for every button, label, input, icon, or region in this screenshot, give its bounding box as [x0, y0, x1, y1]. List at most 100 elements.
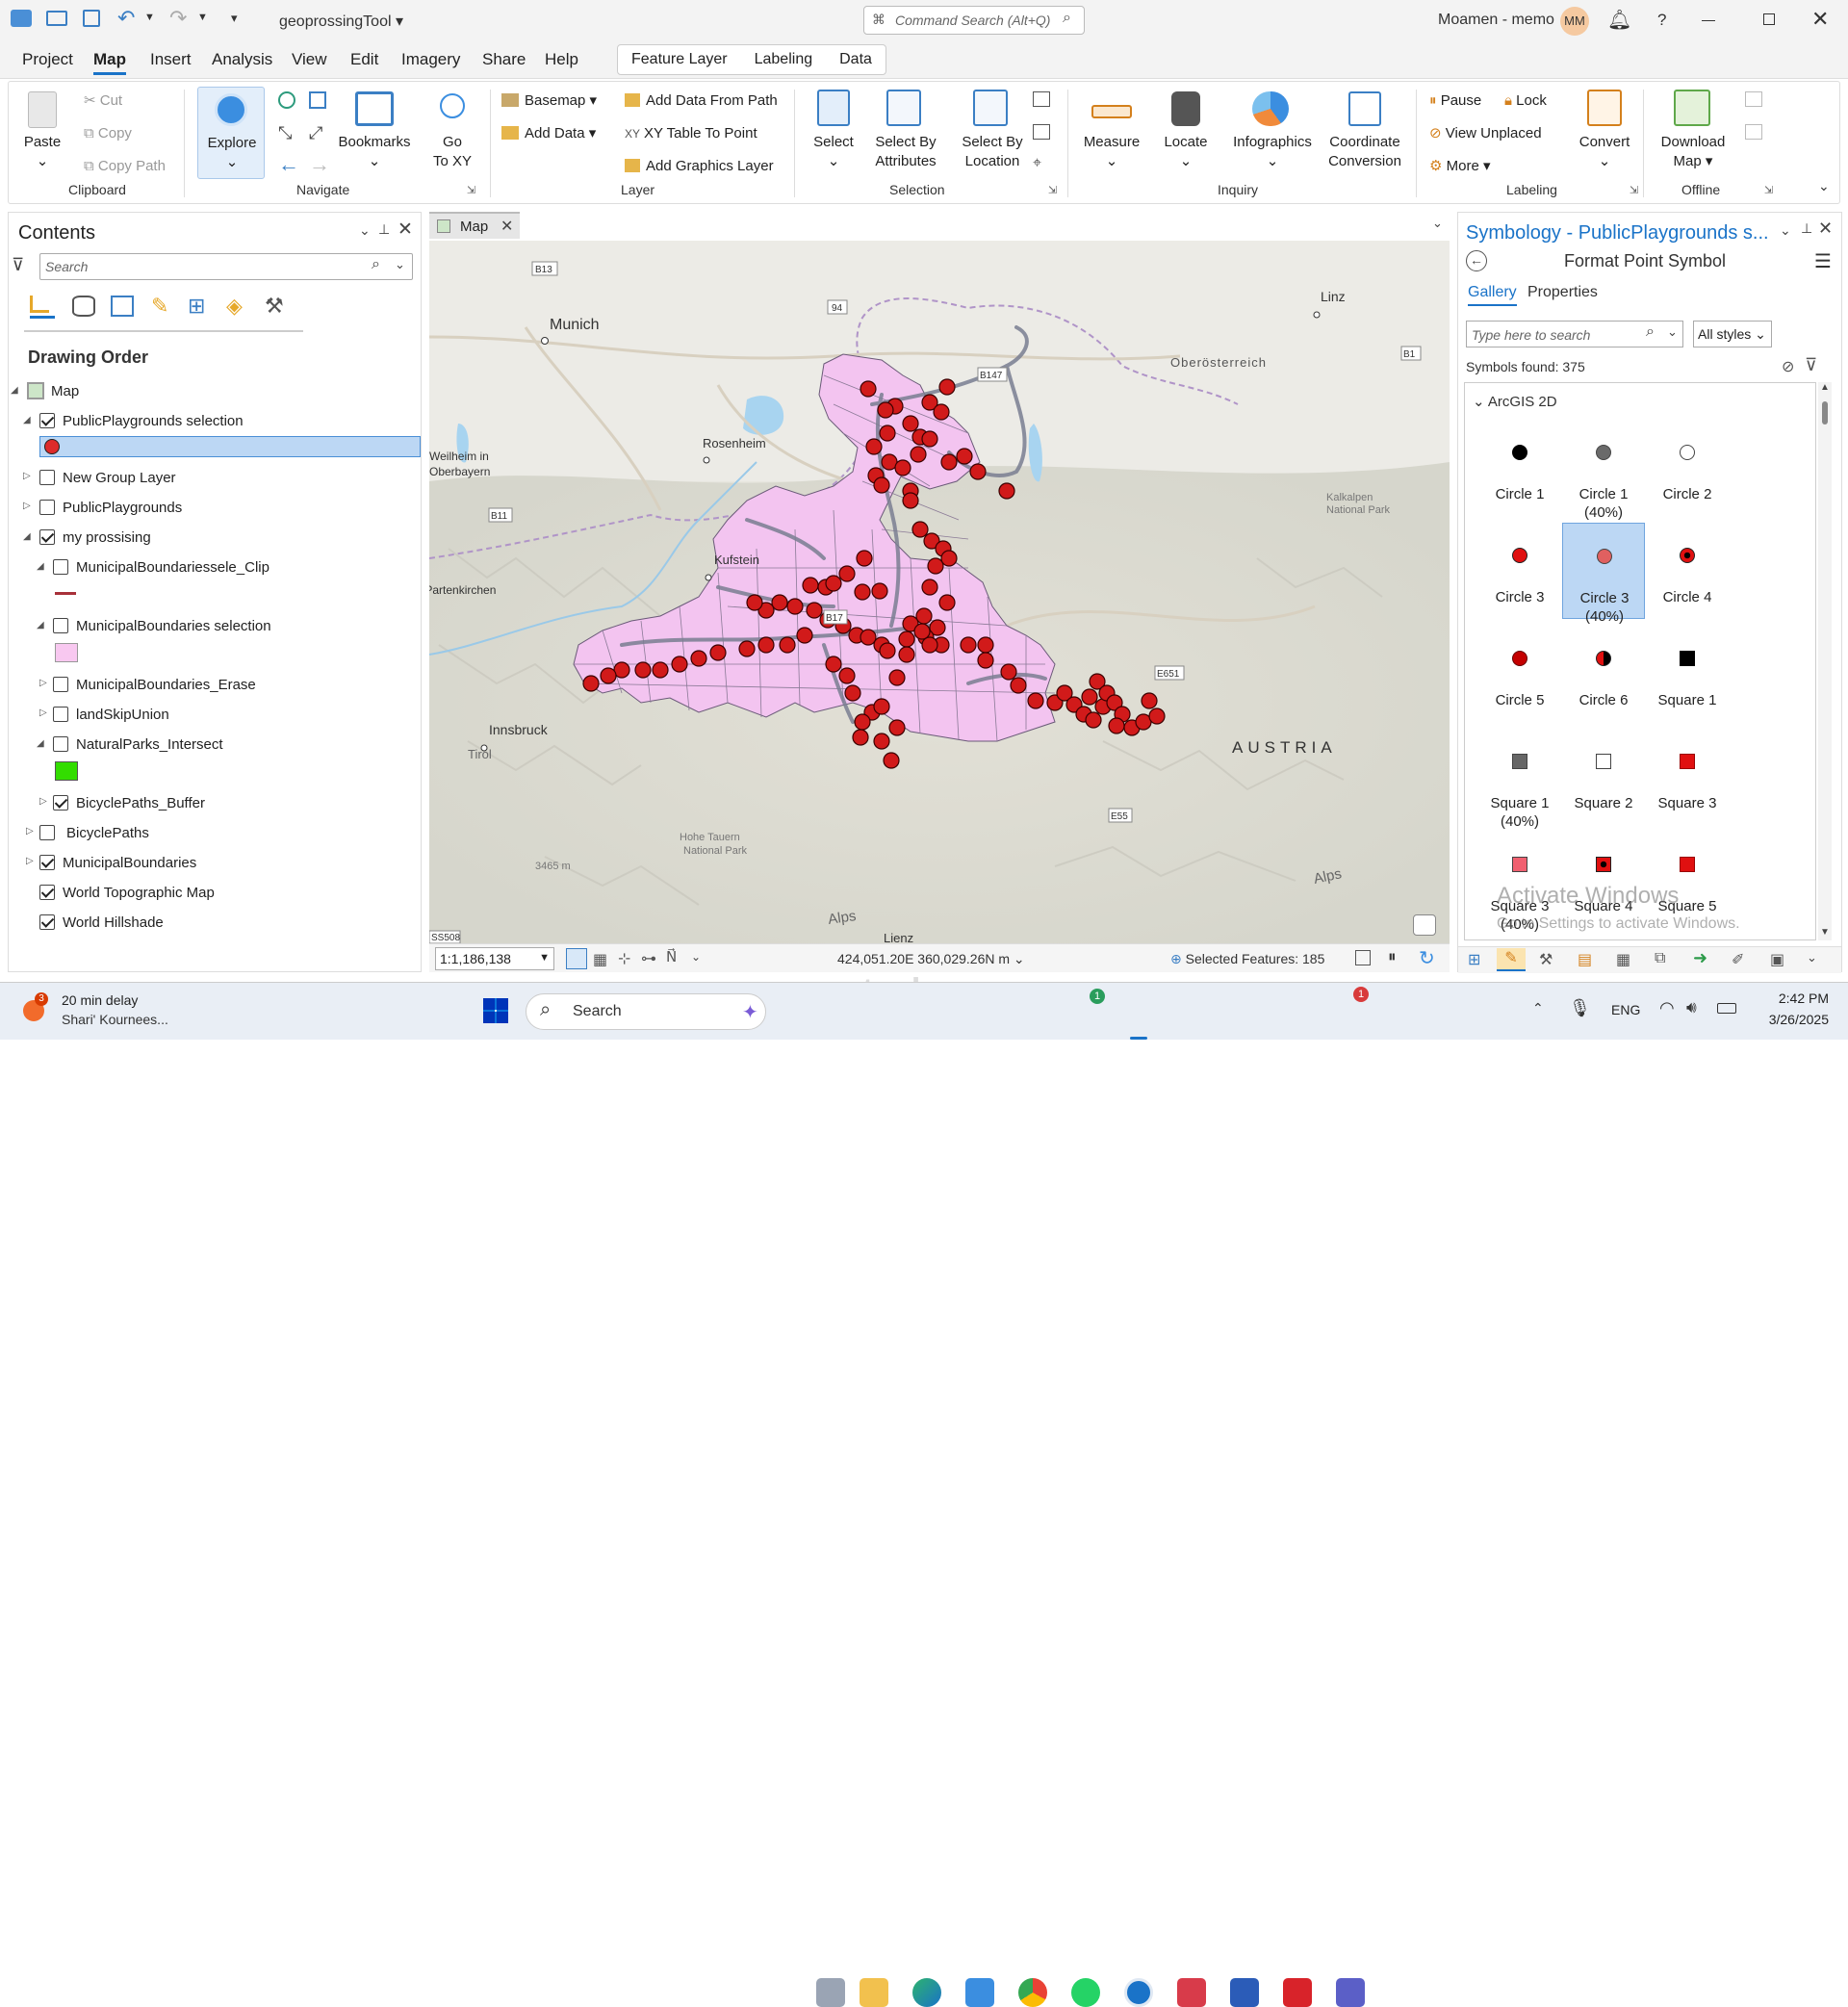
avatar[interactable]: MM — [1560, 7, 1589, 36]
layer-visibility-checkbox[interactable] — [53, 707, 68, 722]
basemap-button[interactable]: Basemap ▾ — [501, 91, 597, 111]
playground-point[interactable] — [671, 656, 688, 673]
layer-municipalboundaries[interactable]: MunicipalBoundaries — [63, 855, 196, 871]
arcgis-pro-icon[interactable] — [1124, 1978, 1153, 2007]
tab-view[interactable]: View — [292, 50, 327, 69]
measure-status-icon[interactable]: ⊹ — [618, 949, 630, 968]
view-unplaced-button[interactable]: ⊘ View Unplaced — [1429, 124, 1542, 143]
layer-publicplaygrounds-selection[interactable]: PublicPlaygrounds selection — [63, 413, 244, 429]
offline-launcher-icon[interactable]: ⇲ — [1764, 184, 1773, 196]
playground-point[interactable] — [860, 380, 877, 398]
add-graphics-layer-button[interactable]: Add Graphics Layer — [625, 157, 774, 176]
more-labeling-button[interactable]: ⚙ More ▾ — [1429, 157, 1491, 176]
start-icon[interactable] — [483, 998, 508, 1023]
playground-point[interactable] — [921, 430, 938, 448]
collapse-layer-icon[interactable]: ▷ — [23, 471, 31, 481]
collapse-layer-icon[interactable]: ▷ — [39, 678, 47, 688]
playground-point[interactable] — [796, 627, 813, 644]
tab-options-icon[interactable]: ⌄ — [1432, 216, 1443, 231]
playground-symbol-swatch[interactable] — [44, 439, 60, 454]
symbol-square-3[interactable]: Square 3 — [1646, 729, 1729, 825]
layer-visibility-checkbox[interactable] — [39, 825, 55, 840]
filter-icon[interactable]: ⊽ — [1805, 355, 1817, 375]
layer-visibility-checkbox[interactable] — [39, 500, 55, 515]
attributes-tab-icon[interactable]: ▦ — [1616, 950, 1630, 969]
restore-icon[interactable] — [1763, 13, 1775, 25]
playground-point[interactable] — [582, 675, 600, 692]
playground-point[interactable] — [1010, 677, 1027, 694]
layer-visibility-checkbox[interactable] — [39, 855, 55, 870]
new-project-icon[interactable] — [11, 10, 32, 27]
playground-point[interactable] — [911, 521, 929, 538]
scrollbar-thumb[interactable] — [1822, 401, 1828, 425]
download-map-button[interactable]: Download Map ▾ — [1655, 133, 1732, 171]
select-by-attributes-button[interactable]: Select By Attributes — [867, 133, 944, 171]
close-pane-icon[interactable]: ✕ — [1818, 219, 1833, 239]
taskbar-search-box[interactable]: ⌕ Search ✦ — [526, 993, 766, 1030]
category-header[interactable]: ⌄ ArcGIS 2D — [1473, 393, 1557, 410]
layer-world-hillshade[interactable]: World Hillshade — [63, 914, 164, 931]
scale-selector[interactable]: 1:1,186,138 ▼ — [435, 947, 554, 970]
playground-point[interactable] — [902, 415, 919, 432]
symbol-square-5[interactable]: Square 5 — [1646, 832, 1729, 928]
expand-layer-icon[interactable]: ◢ — [37, 738, 44, 749]
redo-icon[interactable]: ↷ — [169, 6, 187, 31]
playground-point[interactable] — [902, 492, 919, 509]
playground-point[interactable] — [913, 623, 931, 640]
symbol-circle-4[interactable]: Circle 4 — [1646, 523, 1729, 619]
chevron-down-icon[interactable]: ⌄ — [395, 257, 405, 272]
expand-map-icon[interactable]: ◢ — [11, 385, 18, 396]
weather-widget[interactable]: 3 20 min delay Shari' Kournees... — [19, 991, 212, 1033]
playground-point[interactable] — [786, 598, 804, 615]
close-pane-icon[interactable]: ✕ — [398, 219, 413, 241]
navigate-launcher-icon[interactable]: ⇲ — [467, 184, 475, 196]
symbol-circle-6[interactable]: Circle 6 — [1562, 626, 1645, 722]
pause-labeling-button[interactable]: ⏸ Pause — [1429, 91, 1481, 111]
contents-search-input[interactable]: Search — [45, 259, 88, 274]
clock-date[interactable]: 3/26/2025 — [1752, 1012, 1829, 1027]
redo-dropdown-icon[interactable]: ▼ — [197, 12, 208, 23]
symbol-square-1[interactable]: Square 1 — [1646, 626, 1729, 722]
tab-edit[interactable]: Edit — [350, 50, 378, 69]
expand-layer-icon[interactable]: ◢ — [23, 531, 31, 542]
paste-button[interactable]: Paste ⌄ — [18, 133, 66, 171]
playground-point[interactable] — [888, 669, 906, 686]
playground-point[interactable] — [709, 644, 727, 661]
collapse-ribbon-icon[interactable]: ⌄ — [1818, 178, 1830, 194]
tab-analysis[interactable]: Analysis — [212, 50, 272, 69]
playground-point[interactable] — [938, 594, 956, 611]
layer-naturalparks-intersect[interactable]: NaturalParks_Intersect — [76, 736, 223, 753]
styles-dropdown[interactable]: All styles ⌄ — [1693, 321, 1772, 347]
playground-point[interactable] — [1000, 663, 1017, 681]
pause-drawing-icon[interactable]: ⏸ — [1388, 947, 1397, 966]
layer-visibility-checkbox[interactable] — [53, 559, 68, 575]
table-icon[interactable] — [1355, 950, 1371, 965]
pin-icon[interactable]: ⊥ — [378, 221, 390, 238]
contents-search-box[interactable]: Search ⌕ ⌄ — [39, 253, 413, 280]
playground-point[interactable] — [757, 636, 775, 654]
gallery-scrollbar[interactable]: ▲ ▼ — [1818, 382, 1832, 940]
sync-icon[interactable] — [1745, 91, 1762, 107]
xy-table-to-point-button[interactable]: XY XY Table To Point — [625, 124, 757, 143]
layer-visibility-checkbox[interactable] — [53, 736, 68, 752]
playground-point[interactable] — [779, 636, 796, 654]
customize-qat-icon[interactable]: ▾ — [231, 11, 238, 26]
playground-point[interactable] — [940, 550, 958, 567]
playground-point[interactable] — [879, 425, 896, 442]
collapse-layer-icon[interactable]: ▷ — [39, 708, 47, 718]
playground-point[interactable] — [806, 602, 823, 619]
layer-bicyclepaths-buffer[interactable]: BicyclePaths_Buffer — [76, 795, 205, 811]
language-indicator[interactable]: ENG — [1611, 1002, 1640, 1017]
symbol-square-3-40[interactable]: Square 3 (40%) — [1478, 832, 1561, 933]
style-options-icon[interactable]: ⊘ — [1782, 357, 1794, 376]
tab-imagery[interactable]: Imagery — [401, 50, 460, 69]
expand-layer-icon[interactable]: ◢ — [37, 561, 44, 572]
list-by-source-icon[interactable] — [72, 296, 95, 317]
tab-feature-layer[interactable]: Feature Layer — [618, 45, 741, 74]
create-features-icon[interactable]: ⧉ — [1655, 950, 1665, 967]
undo-dropdown-icon[interactable]: ▼ — [144, 12, 155, 23]
pin-icon[interactable]: ⊥ — [1801, 220, 1812, 237]
symbol-square-2[interactable]: Square 2 — [1562, 729, 1645, 825]
symbol-search-box[interactable]: Type here to search ⌕ ⌄ — [1466, 321, 1683, 347]
fixed-zoom-out-icon[interactable]: ⤢ — [309, 123, 322, 143]
